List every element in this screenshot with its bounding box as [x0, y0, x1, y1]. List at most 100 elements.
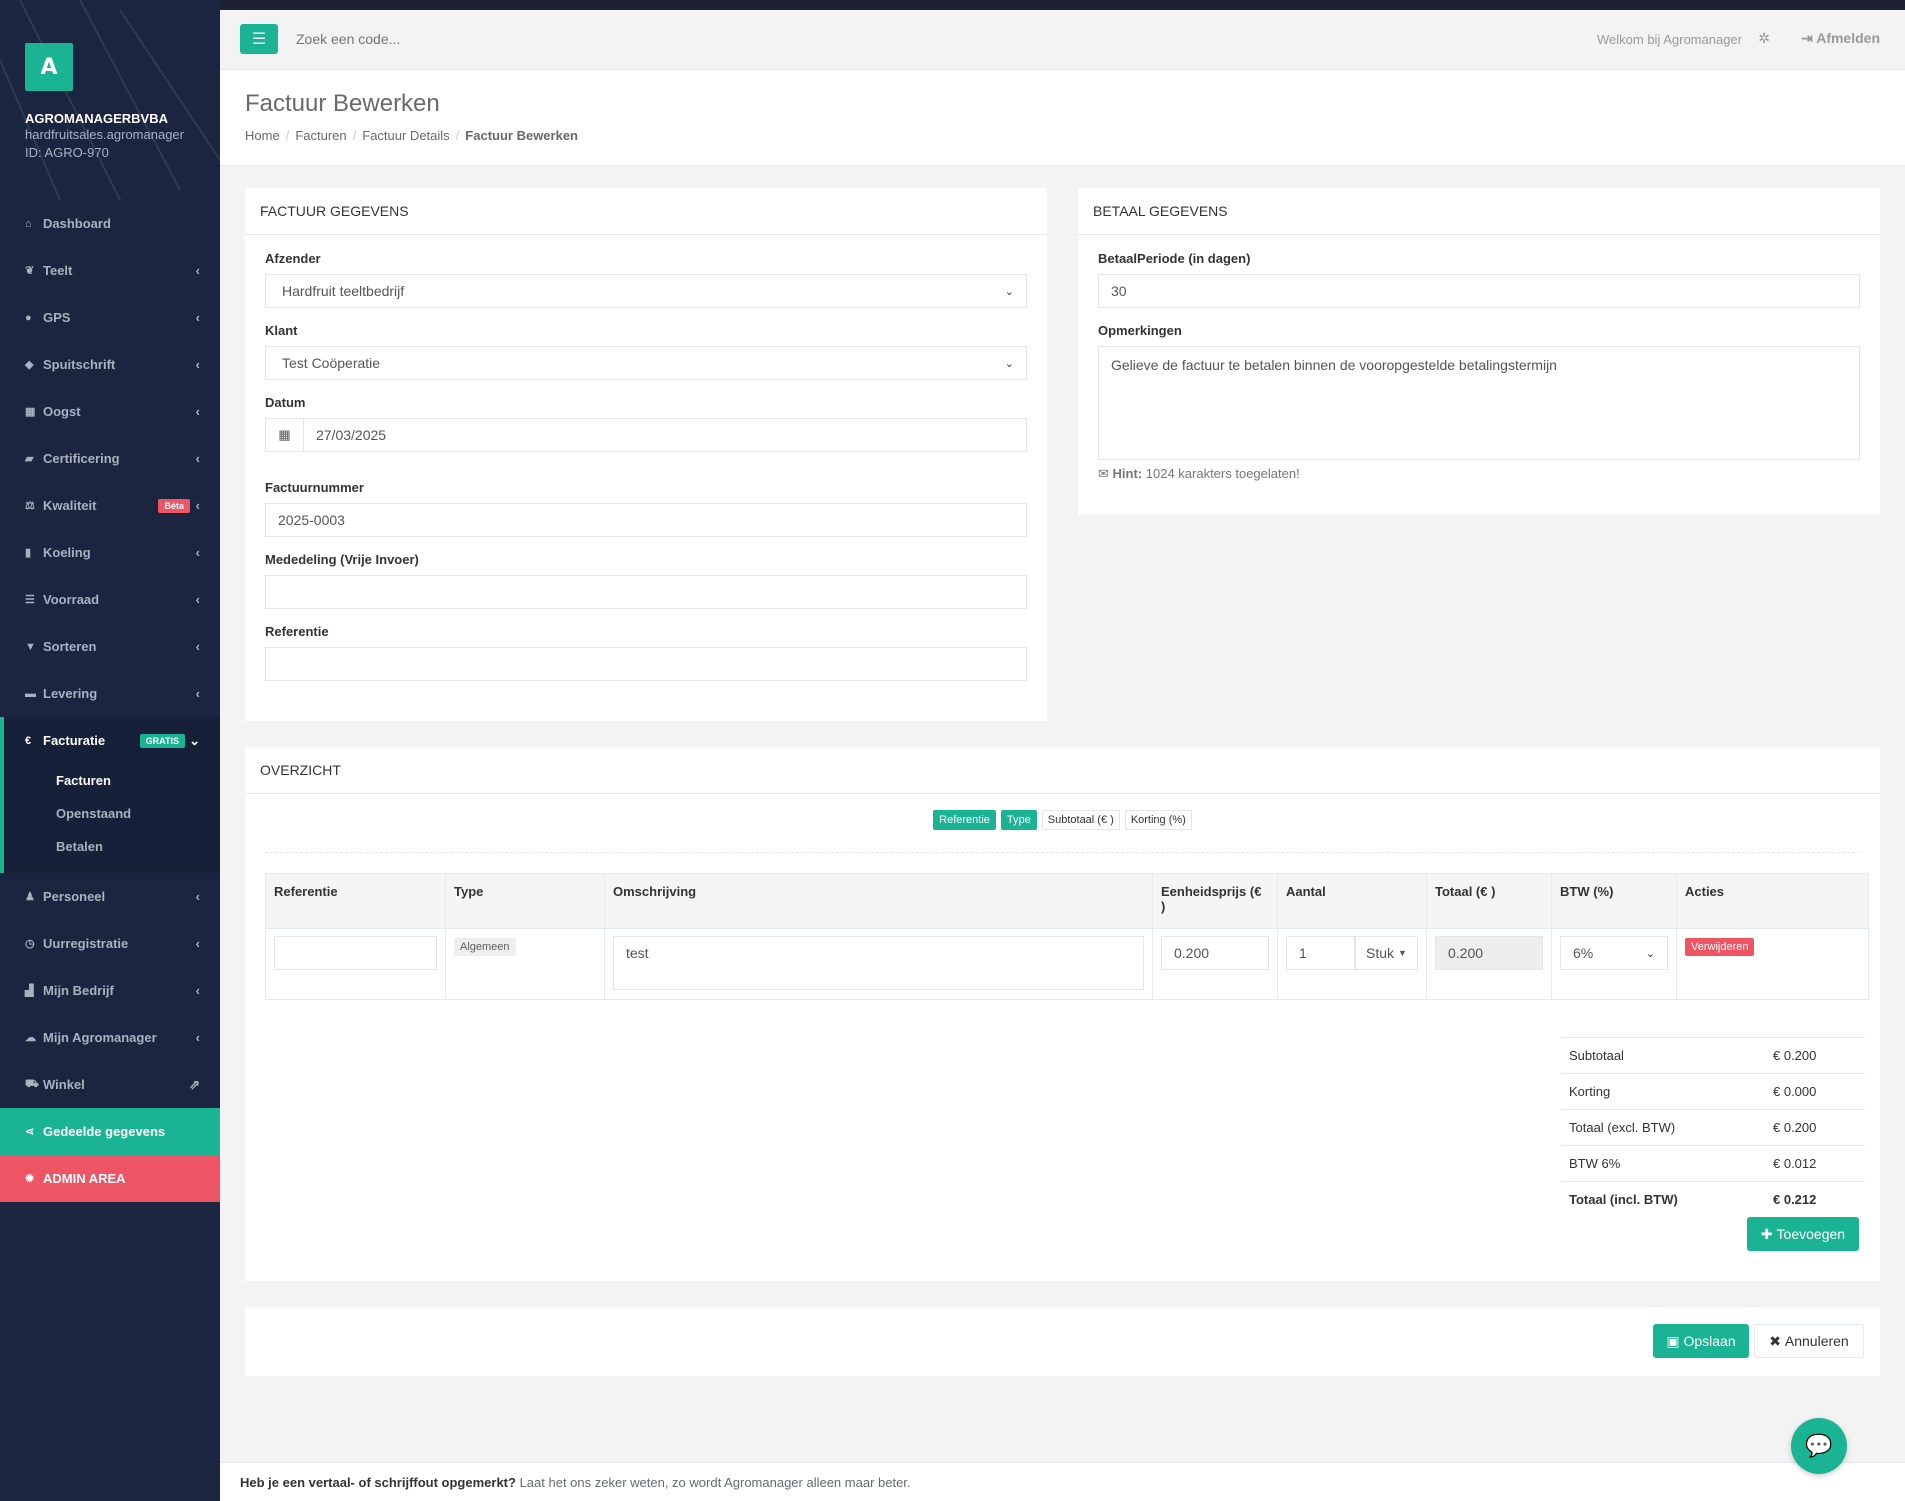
column-header: Totaal (€ ): [1426, 873, 1552, 929]
sidebar-item-levering[interactable]: ▬ Levering ‹: [0, 670, 220, 717]
share-icon: ⋖: [25, 1126, 35, 1138]
sidebar-item-teelt[interactable]: ❦ Teelt ‹: [0, 247, 220, 294]
toggle-referentie[interactable]: Referentie: [933, 810, 996, 830]
home-icon: ⌂: [25, 217, 32, 230]
sign-out-icon: ⇥: [1801, 30, 1817, 46]
divider: [265, 852, 1860, 853]
sidebar-item-mijn-bedrijf[interactable]: ▟ Mijn Bedrijf ‹: [0, 967, 220, 1014]
totals-value: € 0.200: [1765, 1109, 1865, 1146]
sidebar-header: A AGROMANAGERBVBA hardfruitsales.agroman…: [25, 43, 215, 162]
sidebar-item-label: Mijn Bedrijf: [43, 983, 114, 998]
sidebar-subitem-openstaand[interactable]: Openstaand: [4, 797, 220, 830]
line-description-textarea[interactable]: test: [613, 936, 1144, 990]
payment-details-panel: BETAAL GEGEVENS BetaalPeriode (in dagen)…: [1078, 188, 1880, 515]
unit-value: Stuk: [1366, 945, 1395, 961]
totals-label: Korting: [1561, 1073, 1765, 1110]
chevron-down-icon: ⌄: [1004, 357, 1014, 370]
line-quantity-input[interactable]: 1: [1286, 936, 1355, 970]
sidebar-item-voorraad[interactable]: ☰ Voorraad ‹: [0, 576, 220, 623]
footer-text: Laat het ons zeker weten, zo wordt Agrom…: [519, 1475, 911, 1490]
breadcrumb-factuur-details[interactable]: Factuur Details: [362, 128, 449, 143]
breadcrumb-home[interactable]: Home: [245, 128, 280, 143]
chevron-down-icon: ⌄: [1004, 285, 1014, 298]
payment-period-label: BetaalPeriode (in dagen): [1098, 251, 1251, 266]
sender-select[interactable]: Hardfruit teeltbedrijf ⌄: [265, 274, 1027, 308]
sidebar-item-sorteren[interactable]: ▼ Sorteren ‹: [0, 623, 220, 670]
toggle-type[interactable]: Type: [1000, 810, 1037, 830]
book-icon: ▰: [25, 453, 34, 465]
invoice-lines-table: Referentie Type Omschrijving Eenheidspri…: [265, 873, 1869, 1000]
client-group: Klant Test Coöperatie ⌄: [265, 323, 1027, 380]
line-reference-input[interactable]: [274, 936, 437, 970]
sidebar-item-koeling[interactable]: ▮ Koeling ‹: [0, 529, 220, 576]
sidebar-item-spuitschrift[interactable]: ◆ Spuitschrift ‹: [0, 341, 220, 388]
cloud-icon: ☁: [25, 1032, 36, 1044]
totals-label: BTW 6%: [1561, 1145, 1765, 1182]
sidebar-item-facturatie[interactable]: € Facturatie GRATIS ⌄: [4, 717, 220, 764]
sidebar-item-kwaliteit[interactable]: ⚖ Kwaliteit Bèta ‹: [0, 482, 220, 529]
list-icon: ☰: [25, 594, 35, 606]
hint-text: 1024 karakters toegelaten!: [1145, 466, 1300, 481]
sidebar-item-personeel[interactable]: ♟ Personeel ‹: [0, 873, 220, 920]
sidebar-subitem-facturen[interactable]: Facturen: [4, 764, 220, 797]
panel-title: BETAAL GEGEVENS: [1078, 188, 1880, 235]
calendar-icon[interactable]: ▦: [265, 418, 303, 452]
truck-icon: ▬: [25, 687, 36, 700]
totals-value: € 0.200: [1765, 1037, 1865, 1074]
plus-icon: ✚: [1760, 1225, 1777, 1242]
column-header: Type: [445, 873, 605, 929]
sidebar-item-admin-area[interactable]: ✹ ADMIN AREA: [0, 1155, 220, 1202]
toggle-subtotaal[interactable]: Subtotaal (€ ): [1041, 810, 1120, 830]
add-line-button[interactable]: ✚ Toevoegen: [1747, 1217, 1859, 1251]
sidebar-item-label: Facturatie: [43, 733, 106, 748]
chat-button[interactable]: 💬: [1791, 1418, 1847, 1474]
breadcrumb-current: Factuur Bewerken: [465, 128, 578, 143]
totals-value: € 0.012: [1765, 1145, 1865, 1182]
totals-label: Subtotaal: [1561, 1037, 1765, 1074]
message-input[interactable]: [265, 575, 1027, 609]
sidebar-item-uurregistratie[interactable]: ◷ Uurregistratie ‹: [0, 920, 220, 967]
remarks-textarea[interactable]: Gelieve de factuur te betalen binnen de …: [1098, 346, 1860, 460]
sidebar-subitem-betalen[interactable]: Betalen: [4, 830, 220, 863]
overview-panel: OVERZICHT Referentie Type Subtotaal (€ )…: [245, 747, 1880, 1281]
sidebar-item-dashboard[interactable]: ⌂ Dashboard: [0, 200, 220, 247]
company-domain: hardfruitsales.agromanager: [25, 127, 184, 142]
sidebar-item-label: Voorraad: [43, 592, 100, 607]
toggle-korting[interactable]: Korting (%): [1124, 810, 1192, 830]
date-input[interactable]: 27/03/2025: [302, 418, 1027, 452]
client-select[interactable]: Test Coöperatie ⌄: [265, 346, 1027, 380]
footer: Heb je een vertaal- of schrijffout opgem…: [220, 1462, 1905, 1501]
invoice-number-input[interactable]: 2025-0003: [265, 503, 1027, 537]
sidebar-item-certificering[interactable]: ▰ Certificering ‹: [0, 435, 220, 482]
bug-icon[interactable]: ✲: [1758, 30, 1770, 47]
cell-total: 0.200: [1426, 928, 1552, 1000]
chevron-down-icon: ⌄: [189, 732, 200, 748]
company-logo[interactable]: A: [25, 43, 73, 91]
save-button[interactable]: ▣ Opslaan: [1653, 1324, 1749, 1358]
cancel-button[interactable]: ✖ Annuleren: [1754, 1324, 1864, 1358]
chat-bubble-icon: 💬: [1805, 1433, 1833, 1458]
reference-input[interactable]: [265, 647, 1027, 681]
sidebar-item-winkel[interactable]: ⛟ Winkel ⇗: [0, 1061, 220, 1108]
sidebar-item-gps[interactable]: ● GPS ‹: [0, 294, 220, 341]
logout-link[interactable]: ⇥ Afmelden: [1801, 30, 1880, 47]
sidebar-item-shared-data[interactable]: ⋖ Gedeelde gegevens: [0, 1108, 220, 1155]
vat-value: 6%: [1573, 945, 1594, 961]
unit-dropdown[interactable]: Stuk ▼: [1355, 936, 1418, 970]
reference-group: Referentie: [265, 624, 1027, 681]
search-input[interactable]: [292, 24, 692, 54]
chevron-left-icon: ‹: [195, 592, 200, 607]
sidebar-item-label: Gedeelde gegevens: [43, 1124, 166, 1139]
form-actions-panel: ▣ Opslaan ✖ Annuleren: [245, 1307, 1880, 1376]
payment-period-input[interactable]: 30: [1098, 274, 1860, 308]
sidebar-item-mijn-agromanager[interactable]: ☁ Mijn Agromanager ‹: [0, 1014, 220, 1061]
delete-line-button[interactable]: Verwijderen: [1685, 938, 1755, 956]
date-input-group: ▦ 27/03/2025: [265, 418, 1027, 452]
menu-toggle-button[interactable]: ☰: [240, 24, 278, 54]
sidebar-item-oogst[interactable]: ▦ Oogst ‹: [0, 388, 220, 435]
sidebar-group-facturatie: € Facturatie GRATIS ⌄ Facturen Openstaand …: [0, 717, 220, 873]
column-header: Acties: [1676, 873, 1869, 929]
line-unit-price-input[interactable]: 0.200: [1161, 936, 1269, 970]
line-vat-select[interactable]: 6% ⌄: [1560, 936, 1668, 970]
breadcrumb-facturen[interactable]: Facturen: [295, 128, 346, 143]
